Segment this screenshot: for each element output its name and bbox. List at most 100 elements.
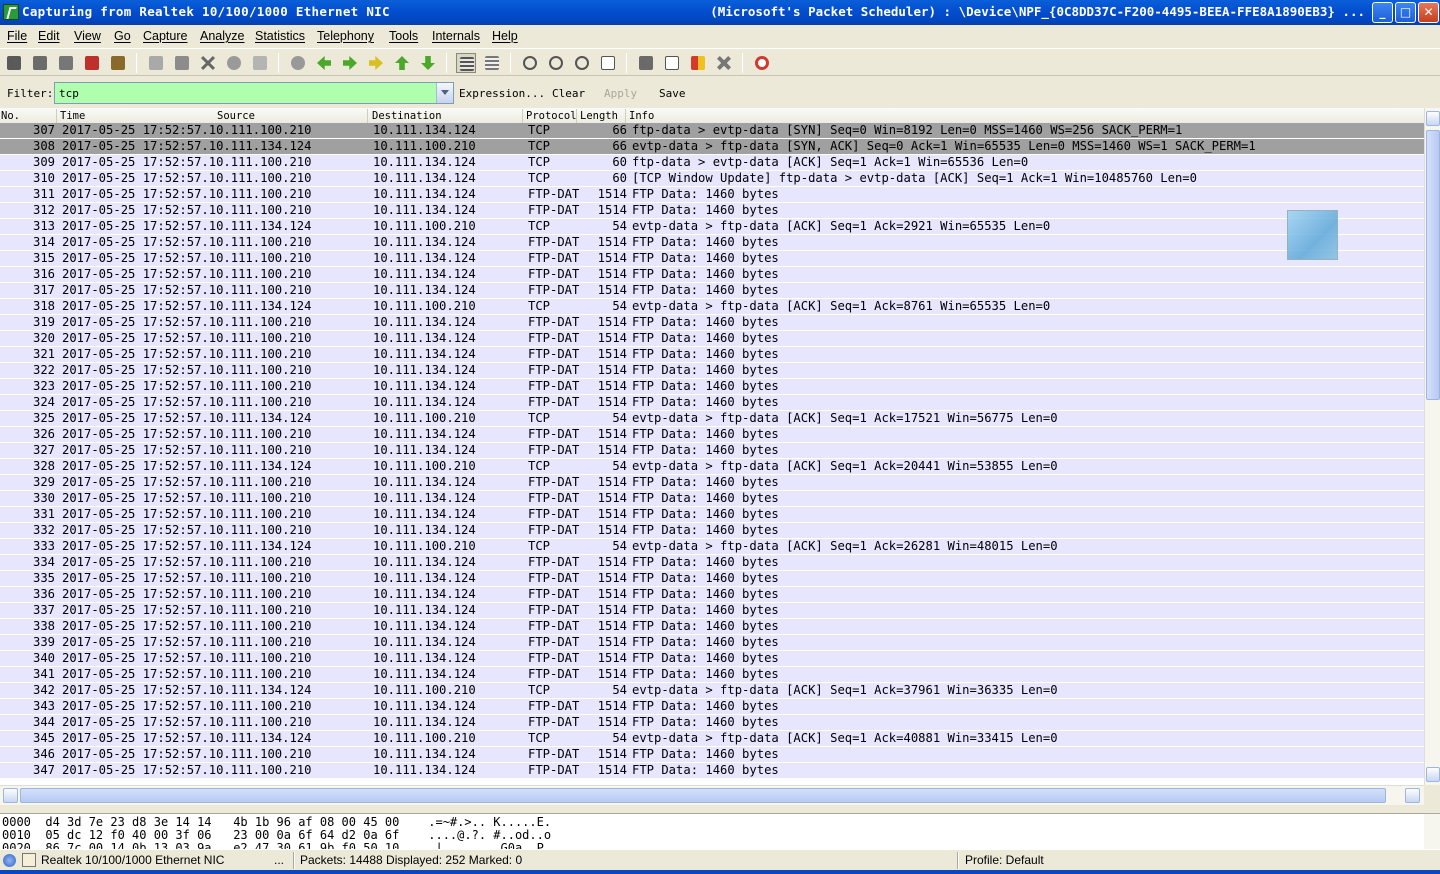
menu-go[interactable]: Go <box>114 29 131 43</box>
capture-comment-icon[interactable] <box>22 853 36 867</box>
packet-bytes-pane[interactable]: 0000 d4 3d 7e 23 d8 3e 14 14 4b 1b 96 af… <box>0 813 1440 849</box>
table-row[interactable]: 320 2017-05-25 17:52:57.10.111.100.210 10.… <box>0 331 1424 347</box>
table-row[interactable]: 347 2017-05-25 17:52:57.10.111.100.210 10.… <box>0 763 1424 779</box>
menu-capture[interactable]: Capture <box>143 29 187 43</box>
table-row[interactable]: 341 2017-05-25 17:52:57.10.111.100.210 10.… <box>0 667 1424 683</box>
table-row[interactable]: 311 2017-05-25 17:52:57.10.111.100.210 10.… <box>0 187 1424 203</box>
table-row[interactable]: 346 2017-05-25 17:52:57.10.111.100.210 10.… <box>0 747 1424 763</box>
coloring-rules-icon[interactable] <box>688 53 708 73</box>
status-profile[interactable]: Profile: Default <box>965 853 1044 867</box>
expert-info-icon[interactable] <box>3 854 16 867</box>
start-capture-icon[interactable] <box>56 53 76 73</box>
colorize-icon[interactable] <box>456 53 476 73</box>
help-icon[interactable] <box>752 53 772 73</box>
menu-internals[interactable]: Internals <box>432 29 480 43</box>
table-row[interactable]: 345 2017-05-25 17:52:57.10.111.134.124 10.… <box>0 731 1424 747</box>
filter-input[interactable]: tcp <box>54 82 454 104</box>
menu-view[interactable]: View <box>74 29 101 43</box>
restart-capture-icon[interactable] <box>108 53 128 73</box>
table-row[interactable]: 326 2017-05-25 17:52:57.10.111.100.210 10.… <box>0 427 1424 443</box>
autoscroll-icon[interactable] <box>482 53 502 73</box>
menu-help[interactable]: Help <box>492 29 518 43</box>
filter-dropdown-icon[interactable] <box>436 83 453 103</box>
table-row[interactable]: 317 2017-05-25 17:52:57.10.111.100.210 10.… <box>0 283 1424 299</box>
horizontal-scroll-thumb[interactable] <box>20 788 1386 803</box>
table-row[interactable]: 325 2017-05-25 17:52:57.10.111.134.124 10.… <box>0 411 1424 427</box>
table-row[interactable]: 324 2017-05-25 17:52:57.10.111.100.210 10.… <box>0 395 1424 411</box>
menu-statistics[interactable]: Statistics <box>255 29 305 43</box>
table-row[interactable]: 321 2017-05-25 17:52:57.10.111.100.210 10.… <box>0 347 1424 363</box>
table-row[interactable]: 309 2017-05-25 17:52:57.10.111.100.210 10.… <box>0 155 1424 171</box>
column-header-no[interactable]: No. <box>1 110 20 122</box>
column-header-time[interactable]: Time <box>60 110 85 122</box>
table-row[interactable]: 313 2017-05-25 17:52:57.10.111.134.124 10.… <box>0 219 1424 235</box>
preferences-icon[interactable] <box>714 53 734 73</box>
capture-filters-icon[interactable] <box>636 53 656 73</box>
table-row[interactable]: 342 2017-05-25 17:52:57.10.111.134.124 10.… <box>0 683 1424 699</box>
table-row[interactable]: 332 2017-05-25 17:52:57.10.111.100.210 10.… <box>0 523 1424 539</box>
stop-capture-icon[interactable] <box>82 53 102 73</box>
display-filters-icon[interactable] <box>662 53 682 73</box>
table-row[interactable]: 334 2017-05-25 17:52:57.10.111.100.210 10.… <box>0 555 1424 571</box>
table-row[interactable]: 327 2017-05-25 17:52:57.10.111.100.210 10.… <box>0 443 1424 459</box>
table-row[interactable]: 323 2017-05-25 17:52:57.10.111.100.210 10.… <box>0 379 1424 395</box>
packet-list-horizontal-scrollbar[interactable] <box>0 785 1424 805</box>
find-packet-icon[interactable] <box>288 53 308 73</box>
table-row[interactable]: 314 2017-05-25 17:52:57.10.111.100.210 10.… <box>0 235 1424 251</box>
table-row[interactable]: 340 2017-05-25 17:52:57.10.111.100.210 10.… <box>0 651 1424 667</box>
scroll-right-icon[interactable] <box>1405 788 1420 803</box>
maximize-button[interactable]: □ <box>1395 2 1416 23</box>
menu-file[interactable]: File <box>7 29 27 43</box>
column-header-info[interactable]: Info <box>629 110 654 122</box>
zoom-normal-icon[interactable] <box>572 53 592 73</box>
table-row[interactable]: 312 2017-05-25 17:52:57.10.111.100.210 10.… <box>0 203 1424 219</box>
table-row[interactable]: 336 2017-05-25 17:52:57.10.111.100.210 10.… <box>0 587 1424 603</box>
expression-button[interactable]: Expression... <box>459 87 545 100</box>
table-row[interactable]: 333 2017-05-25 17:52:57.10.111.134.124 10.… <box>0 539 1424 555</box>
packet-list[interactable]: No. Time Source Destination Protocol Len… <box>0 108 1440 785</box>
table-row[interactable]: 308 2017-05-25 17:52:57.10.111.134.124 10.… <box>0 139 1424 155</box>
table-row[interactable]: 331 2017-05-25 17:52:57.10.111.100.210 10.… <box>0 507 1424 523</box>
print-icon[interactable] <box>250 53 270 73</box>
table-row[interactable]: 330 2017-05-25 17:52:57.10.111.100.210 10.… <box>0 491 1424 507</box>
pane-splitter[interactable] <box>0 805 1440 813</box>
packet-list-vertical-scrollbar[interactable] <box>1424 108 1440 785</box>
table-row[interactable]: 343 2017-05-25 17:52:57.10.111.100.210 10.… <box>0 699 1424 715</box>
close-button[interactable]: ✕ <box>1418 2 1439 23</box>
go-forward-icon[interactable] <box>340 53 360 73</box>
table-row[interactable]: 337 2017-05-25 17:52:57.10.111.100.210 10.… <box>0 603 1424 619</box>
table-row[interactable]: 316 2017-05-25 17:52:57.10.111.100.210 10.… <box>0 267 1424 283</box>
zoom-out-icon[interactable] <box>546 53 566 73</box>
scroll-thumb[interactable] <box>1426 130 1440 400</box>
scroll-left-icon[interactable] <box>3 788 18 803</box>
save-filter-button[interactable]: Save <box>659 87 686 100</box>
table-row[interactable]: 318 2017-05-25 17:52:57.10.111.134.124 10.… <box>0 299 1424 315</box>
table-row[interactable]: 339 2017-05-25 17:52:57.10.111.100.210 10.… <box>0 635 1424 651</box>
apply-button[interactable]: Apply <box>604 87 637 100</box>
table-row[interactable]: 307 2017-05-25 17:52:57.10.111.100.210 10.… <box>0 123 1424 139</box>
close-file-icon[interactable] <box>198 53 218 73</box>
table-row[interactable]: 329 2017-05-25 17:52:57.10.111.100.210 10.… <box>0 475 1424 491</box>
table-row[interactable]: 344 2017-05-25 17:52:57.10.111.100.210 10.… <box>0 715 1424 731</box>
menu-tools[interactable]: Tools <box>389 29 418 43</box>
go-first-icon[interactable] <box>392 53 412 73</box>
save-file-icon[interactable] <box>172 53 192 73</box>
clear-button[interactable]: Clear <box>552 87 585 100</box>
table-row[interactable]: 322 2017-05-25 17:52:57.10.111.100.210 10.… <box>0 363 1424 379</box>
interface-list-icon[interactable] <box>4 53 24 73</box>
minimize-button[interactable]: _ <box>1372 2 1393 23</box>
scroll-down-icon[interactable] <box>1426 767 1440 782</box>
table-row[interactable]: 328 2017-05-25 17:52:57.10.111.134.124 10.… <box>0 459 1424 475</box>
column-header-source[interactable]: Source <box>217 110 255 122</box>
scroll-up-icon[interactable] <box>1426 111 1440 126</box>
table-row[interactable]: 315 2017-05-25 17:52:57.10.111.100.210 10.… <box>0 251 1424 267</box>
go-last-icon[interactable] <box>418 53 438 73</box>
column-header-length[interactable]: Length <box>580 110 618 122</box>
open-file-icon[interactable] <box>146 53 166 73</box>
go-back-icon[interactable] <box>314 53 334 73</box>
go-to-packet-icon[interactable] <box>366 53 386 73</box>
zoom-in-icon[interactable] <box>520 53 540 73</box>
table-row[interactable]: 335 2017-05-25 17:52:57.10.111.100.210 10.… <box>0 571 1424 587</box>
column-header-protocol[interactable]: Protocol <box>526 110 577 122</box>
resize-columns-icon[interactable] <box>598 53 618 73</box>
